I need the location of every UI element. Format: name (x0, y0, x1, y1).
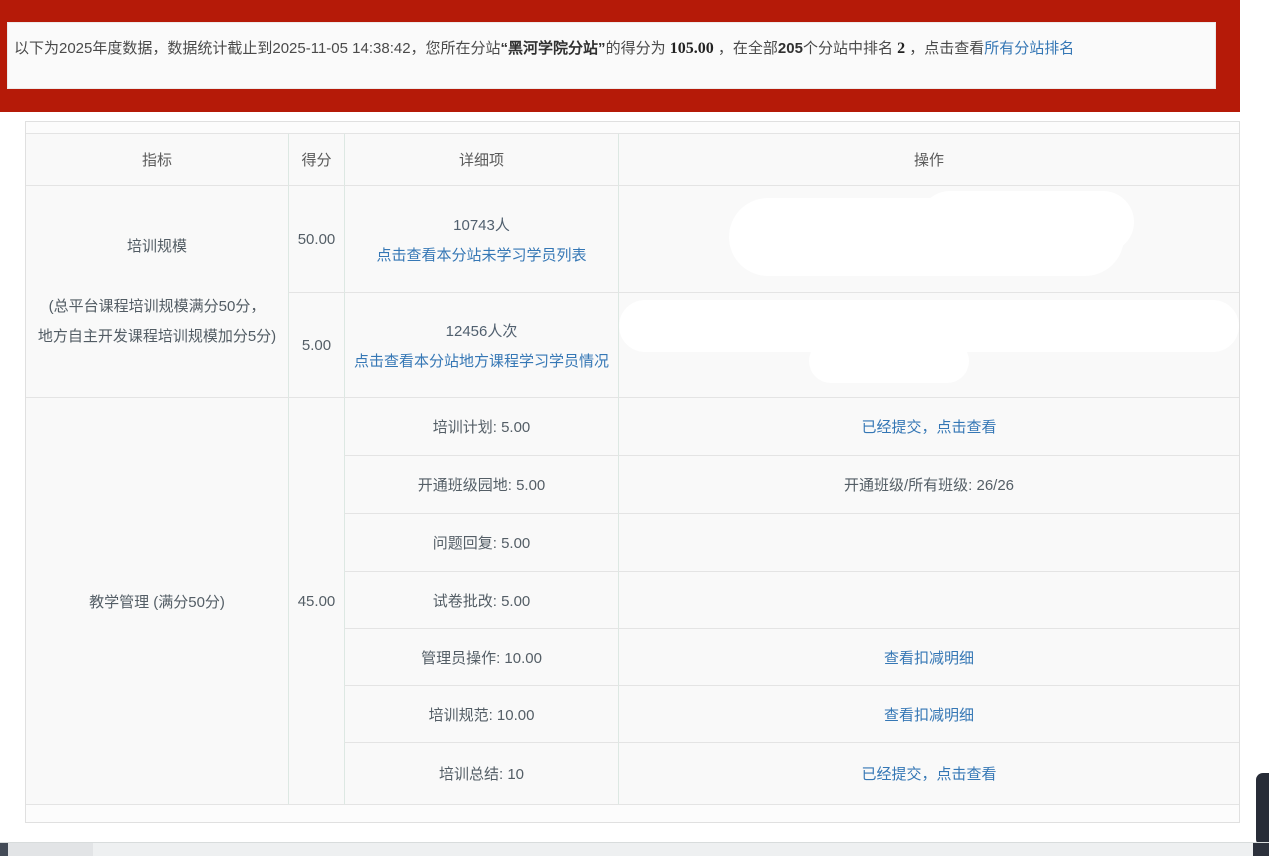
indicator-training-scale: 培训规模 (总平台课程培训规模满分50分， 地方自主开发课程培训规模加分5分) (26, 185, 288, 397)
operation-exam-grading (618, 571, 1239, 628)
detail-question-reply: 问题回复: 5.00 (344, 513, 618, 571)
column-header-operation: 操作 (618, 133, 1239, 185)
opened-classes-ratio: 开通班级/所有班级: 26/26 (844, 474, 1014, 495)
column-header-score: 得分 (288, 133, 344, 185)
operation-row2-redacted (618, 292, 1239, 397)
training-scale-title: 培训规模 (38, 232, 276, 262)
banner-intro-text: 以下为2025年度数据，数据统计截止到2025-11-05 14:38:42，您… (14, 40, 501, 57)
submitted-view-link[interactable]: 已经提交，点击查看 (861, 763, 996, 784)
detail-training-summary: 培训总结: 10 (344, 742, 618, 805)
detail-training-plan: 培训计划: 5.00 (344, 397, 618, 455)
banner-inner-box: 以下为2025年度数据，数据统计截止到2025-11-05 14:38:42，您… (7, 22, 1216, 89)
score-table-container: 指标 得分 详细项 操作 培训规模 (总平台课程培训规模满分50分， 地方自主开… (25, 121, 1240, 823)
detail-local-course-count: 12456人次 点击查看本分站地方课程学习学员情况 (344, 292, 618, 397)
training-scale-note-line1: (总平台课程培训规模满分50分， (38, 292, 276, 322)
score-teaching-management: 45.00 (288, 397, 344, 805)
score-training-scale-bonus: 5.00 (288, 292, 344, 397)
operation-admin-deduction: 查看扣减明细 (618, 628, 1239, 685)
view-local-course-trainees-link[interactable]: 点击查看本分站地方课程学习学员情况 (354, 350, 609, 371)
score-table: 指标 得分 详细项 操作 培训规模 (总平台课程培训规模满分50分， 地方自主开… (26, 133, 1239, 805)
substation-name: “黑河学院分站” (501, 40, 606, 57)
detail-trainee-count: 10743人 点击查看本分站未学习学员列表 (344, 185, 618, 292)
banner-text: 以下为2025年度数据，数据统计截止到2025-11-05 14:38:42，您… (14, 37, 1074, 58)
view-deduction-detail-link[interactable]: 查看扣减明细 (884, 704, 974, 725)
detail-admin-operation: 管理员操作: 10.00 (344, 628, 618, 685)
detail-class-garden: 开通班级园地: 5.00 (344, 455, 618, 513)
view-unlearned-trainees-link[interactable]: 点击查看本分站未学习学员列表 (376, 244, 586, 265)
all-substation-ranking-link[interactable]: 所有分站排名 (984, 40, 1074, 57)
score-training-scale-main: 50.00 (288, 185, 344, 292)
local-course-count-value: 12456人次 (446, 320, 518, 341)
operation-training-plan: 已经提交，点击查看 (618, 397, 1239, 455)
bottom-scrollbar-strip[interactable] (0, 842, 1269, 856)
detail-exam-grading: 试卷批改: 5.00 (344, 571, 618, 628)
trainee-count-value: 10743人 (453, 214, 510, 235)
banner-score-label: 的得分为 (606, 40, 670, 57)
substation-score: 105.00 (670, 40, 714, 57)
indicator-teaching-management: 教学管理 (满分50分) (26, 397, 288, 805)
column-header-detail: 详细项 (344, 133, 618, 185)
operation-standard-deduction: 查看扣减明细 (618, 685, 1239, 742)
operation-training-summary: 已经提交，点击查看 (618, 742, 1239, 805)
detail-training-standard: 培训规范: 10.00 (344, 685, 618, 742)
substation-rank: 2 (897, 40, 905, 57)
column-header-indicator: 指标 (26, 133, 288, 185)
annual-data-banner: 以下为2025年度数据，数据统计截止到2025-11-05 14:38:42，您… (0, 0, 1240, 112)
operation-row1-redacted (618, 185, 1239, 292)
side-floating-widget[interactable] (1256, 773, 1269, 846)
submitted-view-link[interactable]: 已经提交，点击查看 (861, 416, 996, 437)
banner-rank-label: 个分站中排名 (803, 40, 897, 57)
bottom-strip-left-dark (0, 843, 8, 856)
banner-view-label: ，点击查看 (905, 40, 984, 57)
bottom-strip-mid (8, 843, 93, 856)
bottom-strip-right-dark (1253, 843, 1269, 856)
view-deduction-detail-link[interactable]: 查看扣减明细 (884, 647, 974, 668)
operation-question-reply (618, 513, 1239, 571)
substation-total-count: 205 (778, 40, 803, 57)
banner-total-label: ，在全部 (714, 40, 778, 57)
redaction-blob (809, 339, 969, 383)
redaction-blob (919, 191, 1134, 253)
training-scale-note-line2: 地方自主开发课程培训规模加分5分) (38, 322, 276, 352)
operation-class-garden: 开通班级/所有班级: 26/26 (618, 455, 1239, 513)
